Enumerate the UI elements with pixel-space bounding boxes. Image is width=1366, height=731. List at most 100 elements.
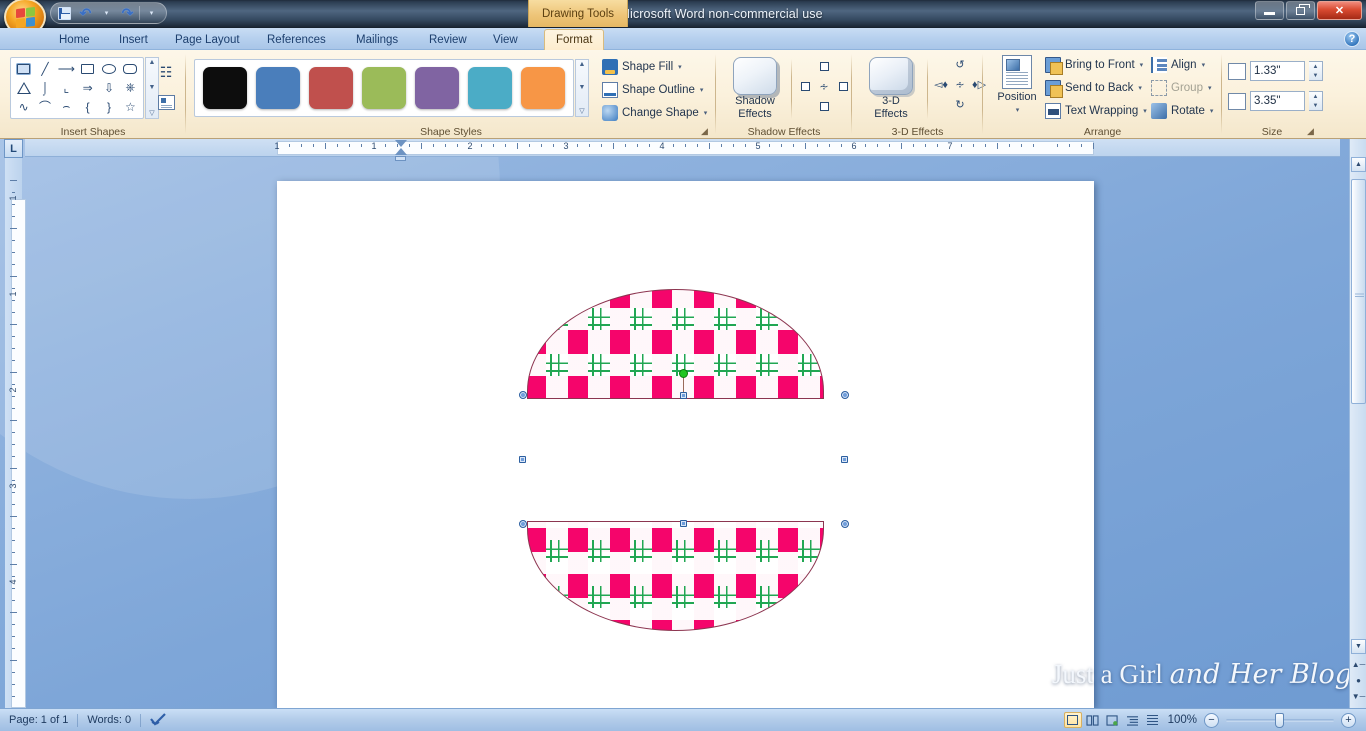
view-draft-icon[interactable] bbox=[1144, 712, 1162, 728]
zoom-out-button[interactable]: − bbox=[1204, 712, 1219, 728]
select-browse-object-icon[interactable]: ● bbox=[1353, 675, 1364, 686]
shape-right-brace-icon[interactable]: } bbox=[98, 97, 119, 116]
arch-shape-top[interactable] bbox=[527, 289, 824, 399]
nudge-shadow-left-icon[interactable] bbox=[798, 79, 812, 93]
vertical-scrollbar[interactable]: ▲ ▼ ▲─ ● ▼─ bbox=[1349, 139, 1366, 708]
minimize-button[interactable] bbox=[1255, 1, 1284, 20]
shape-style-black[interactable] bbox=[203, 67, 247, 109]
shape-down-arrow-icon[interactable]: ⇩ bbox=[98, 79, 119, 98]
shape-height-stepper[interactable]: ▲ ▼ bbox=[1309, 61, 1323, 81]
horizontal-ruler[interactable]: 1 1 2 3 4 5 6 7 bbox=[25, 139, 1340, 161]
undo-icon[interactable]: ↶ bbox=[76, 4, 95, 22]
tab-home[interactable]: Home bbox=[48, 29, 101, 50]
shape-elbow-connector-icon[interactable]: ⌡ bbox=[34, 79, 55, 98]
selection-handle-top-right[interactable] bbox=[841, 391, 849, 399]
selection-handle-bottom-right[interactable] bbox=[841, 520, 849, 528]
proofing-status[interactable] bbox=[141, 712, 176, 729]
scroll-down-button[interactable]: ▼ bbox=[1351, 639, 1366, 654]
scroll-up-button[interactable]: ▲ bbox=[1351, 157, 1366, 172]
view-outline-icon[interactable] bbox=[1124, 712, 1142, 728]
shape-rectangle-icon[interactable] bbox=[77, 60, 98, 79]
left-indent-marker[interactable] bbox=[395, 156, 406, 161]
tab-page-layout[interactable]: Page Layout bbox=[164, 29, 251, 50]
shape-elbow-arrow-icon[interactable]: ⌞ bbox=[56, 79, 77, 98]
document-page[interactable] bbox=[277, 181, 1094, 708]
zoom-slider-thumb[interactable] bbox=[1275, 712, 1284, 728]
shape-textbox-icon[interactable] bbox=[13, 60, 34, 79]
shape-flowchart-icon[interactable]: ⎈ bbox=[120, 79, 141, 98]
three-d-effects-button[interactable]: 3-D Effects bbox=[860, 57, 922, 121]
view-web-layout-icon[interactable] bbox=[1104, 712, 1122, 728]
shape-line-icon[interactable]: ╱ bbox=[34, 60, 55, 79]
shape-rounded-rect-icon[interactable] bbox=[120, 60, 141, 79]
zoom-slider[interactable] bbox=[1226, 712, 1334, 728]
bring-to-front-button[interactable]: Bring to Front ▾ bbox=[1041, 55, 1147, 75]
shape-styles-gallery[interactable] bbox=[194, 59, 574, 117]
tab-mailings[interactable]: Mailings bbox=[345, 29, 409, 50]
position-button[interactable]: Position ▾ bbox=[991, 55, 1043, 117]
shape-style-green[interactable] bbox=[362, 67, 406, 109]
undo-dropdown-icon[interactable]: ▾ bbox=[97, 4, 116, 22]
redo-icon[interactable]: ↷ bbox=[118, 4, 137, 22]
word-count[interactable]: Words: 0 bbox=[78, 712, 140, 729]
selection-handle-bottom-left[interactable] bbox=[519, 520, 527, 528]
styles-scroll-up-icon[interactable]: ▲ bbox=[579, 61, 586, 68]
scroll-thumb[interactable] bbox=[1351, 179, 1366, 404]
styles-more-icon[interactable]: ▽ bbox=[579, 107, 584, 115]
rotate-button[interactable]: Rotate ▾ bbox=[1147, 101, 1217, 121]
nudge-shadow-right-icon[interactable] bbox=[836, 79, 850, 93]
three-d-on-off-icon[interactable]: ∻ bbox=[953, 77, 967, 91]
shape-arc-icon[interactable]: ⌢ bbox=[56, 97, 77, 116]
nudge-shadow-up-icon[interactable] bbox=[817, 59, 831, 73]
tab-view[interactable]: View bbox=[482, 29, 529, 50]
selection-handle-middle-right[interactable] bbox=[841, 456, 848, 463]
shadow-effects-button[interactable]: Shadow Effects bbox=[724, 57, 786, 121]
hanging-indent-marker[interactable] bbox=[395, 148, 407, 155]
shape-scribble-icon[interactable]: ∿ bbox=[13, 97, 34, 116]
close-button[interactable]: ✕ bbox=[1317, 1, 1362, 20]
tilt-down-icon[interactable]: ↻ bbox=[953, 97, 967, 111]
shape-style-teal[interactable] bbox=[468, 67, 512, 109]
tab-review[interactable]: Review bbox=[418, 29, 478, 50]
shape-curve-icon[interactable]: ⌒ bbox=[34, 97, 55, 116]
shape-triangle-icon[interactable] bbox=[13, 79, 34, 98]
send-to-back-button[interactable]: Send to Back ▾ bbox=[1041, 78, 1146, 98]
shape-arrow-icon[interactable]: ⟶ bbox=[56, 60, 77, 79]
page-indicator[interactable]: Page: 1 of 1 bbox=[0, 712, 77, 729]
customize-qat-icon[interactable]: ▾ bbox=[142, 4, 161, 22]
shape-styles-scrollbar[interactable]: ▲ ▼ ▽ bbox=[575, 59, 589, 117]
tab-stop-selector[interactable]: L bbox=[4, 139, 23, 158]
selection-handle-top-left[interactable] bbox=[519, 391, 527, 399]
save-icon[interactable] bbox=[55, 4, 74, 22]
vertical-ruler[interactable]: 1 1 2 3 4 bbox=[5, 158, 26, 708]
change-shape-button[interactable]: Change Shape ▾ bbox=[598, 103, 711, 123]
shadow-on-off-icon[interactable]: ∻ bbox=[817, 79, 831, 93]
shape-outline-button[interactable]: Shape Outline ▾ bbox=[598, 80, 707, 100]
shape-style-orange[interactable] bbox=[521, 67, 565, 109]
shape-height-input[interactable]: 1.33" bbox=[1250, 61, 1305, 81]
selection-handle-top-center[interactable] bbox=[680, 392, 687, 399]
shapes-gallery[interactable]: ╱ ⟶ ⌡ ⌞ ⇒ ⇩ ⎈ ∿ ⌒ ⌢ { } ☆ bbox=[10, 57, 144, 119]
tab-format[interactable]: Format bbox=[544, 29, 605, 50]
styles-scroll-down-icon[interactable]: ▼ bbox=[579, 84, 586, 91]
tab-references[interactable]: References bbox=[256, 29, 337, 50]
text-wrapping-button[interactable]: Text Wrapping ▾ bbox=[1041, 101, 1151, 121]
view-print-layout-icon[interactable] bbox=[1063, 712, 1082, 728]
shape-style-blue[interactable] bbox=[256, 67, 300, 109]
previous-page-icon[interactable]: ▲─ bbox=[1352, 659, 1366, 670]
shape-right-arrow-icon[interactable]: ⇒ bbox=[77, 79, 98, 98]
align-button[interactable]: Align ▾ bbox=[1147, 55, 1209, 75]
arch-shape-bottom[interactable] bbox=[527, 521, 824, 631]
shape-width-stepper[interactable]: ▲ ▼ bbox=[1309, 91, 1323, 111]
size-dialog-launcher-icon[interactable]: ◢ bbox=[1307, 126, 1318, 137]
zoom-in-button[interactable]: + bbox=[1341, 712, 1356, 728]
selection-handle-middle-left[interactable] bbox=[519, 456, 526, 463]
edit-shape-icon[interactable]: ☷ bbox=[152, 59, 180, 85]
shape-fill-button[interactable]: Shape Fill ▾ bbox=[598, 57, 686, 77]
shape-left-brace-icon[interactable]: { bbox=[77, 97, 98, 116]
shape-width-input[interactable]: 3.35" bbox=[1250, 91, 1305, 111]
draw-text-box-icon[interactable] bbox=[152, 89, 180, 115]
selection-handle-bottom-center[interactable] bbox=[680, 520, 687, 527]
zoom-level[interactable]: 100% bbox=[1168, 714, 1197, 726]
shape-styles-dialog-launcher-icon[interactable]: ◢ bbox=[701, 126, 712, 137]
